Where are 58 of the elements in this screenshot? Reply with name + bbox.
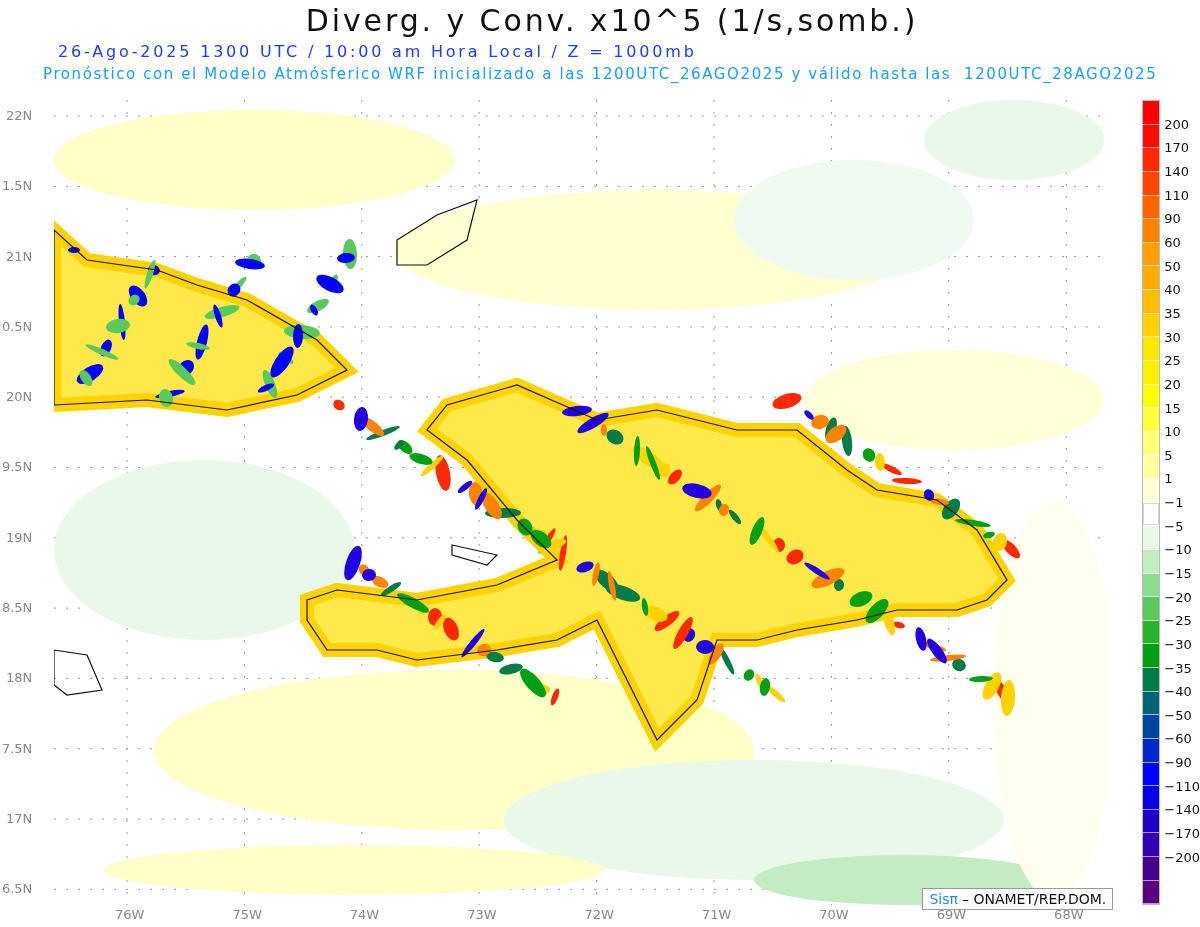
colorbar-label: 30 bbox=[1164, 328, 1182, 347]
colorbar-label: 60 bbox=[1164, 234, 1182, 252]
longitude-label: 76W bbox=[114, 906, 146, 923]
colorbar-label: −25 bbox=[1164, 612, 1193, 631]
colorbar-label: 110 bbox=[1164, 186, 1191, 205]
colorbar-label: −35 bbox=[1164, 659, 1193, 678]
latitude-label: 8.5N bbox=[1, 599, 34, 618]
colorbar-label: 1 bbox=[1164, 470, 1174, 489]
colorbar-label: −60 bbox=[1164, 730, 1193, 749]
colorbar-label: −5 bbox=[1164, 517, 1185, 536]
longitude-label: 68W bbox=[1053, 906, 1085, 923]
longitude-label: 75W bbox=[231, 906, 263, 923]
colorbar-label: −140 bbox=[1164, 801, 1200, 820]
latitude-label: 21N bbox=[6, 247, 34, 266]
longitude-label: 69W bbox=[935, 906, 968, 923]
colorbar-label: 20 bbox=[1164, 375, 1182, 394]
colorbar-label: −10 bbox=[1164, 541, 1193, 560]
latitude-label: 19N bbox=[6, 528, 34, 547]
latitude-label: 1.5N bbox=[1, 177, 34, 196]
colorbar-label: 40 bbox=[1164, 281, 1182, 300]
colorbar-label: 35 bbox=[1164, 304, 1182, 323]
longitude-label: 70W bbox=[818, 906, 850, 923]
colorbar-label: −50 bbox=[1164, 706, 1193, 725]
colorbar-label: 25 bbox=[1164, 352, 1182, 371]
colorbar-label: −30 bbox=[1164, 635, 1193, 654]
latitude-label: 6.5N bbox=[1, 880, 34, 899]
colorbar-label: 50 bbox=[1164, 257, 1182, 276]
colorbar-label: −15 bbox=[1164, 565, 1193, 583]
colorbar-label: 5 bbox=[1164, 446, 1174, 465]
longitude-label: 73W bbox=[466, 906, 498, 923]
latitude-label: 9.5N bbox=[1, 458, 34, 477]
colorbar-label: 200 bbox=[1164, 115, 1191, 134]
colorbar-label: 90 bbox=[1164, 210, 1182, 229]
latitude-label: 17N bbox=[6, 809, 34, 828]
credit-text: – ONAMET/REP.DOM. bbox=[961, 891, 1107, 907]
colorbar-label: −20 bbox=[1164, 588, 1193, 607]
latitude-label: 22N bbox=[6, 107, 34, 125]
forecast-time-text: 26-Ago-2025 1300 UTC / 10:00 am Hora Local / Z = 1000mb bbox=[58, 41, 698, 63]
colorbar-label: 140 bbox=[1164, 163, 1191, 182]
longitude-label: 74W bbox=[348, 906, 381, 923]
colorbar-label: −1 bbox=[1164, 494, 1185, 513]
latitude-label: 18N bbox=[6, 669, 34, 688]
colorbar-label: 170 bbox=[1164, 139, 1191, 158]
colorbar-label: −170 bbox=[1164, 825, 1200, 844]
longitude-label: 72W bbox=[583, 906, 615, 923]
colorbar-label: −200 bbox=[1164, 848, 1200, 867]
latitude-label: 7.5N bbox=[1, 739, 34, 758]
chart-title: Diverg. y Conv. x10^5 (1/s,somb.) bbox=[304, 2, 920, 40]
colorbar-label: −40 bbox=[1164, 683, 1193, 702]
latitude-label: 0.5N bbox=[1, 317, 34, 336]
longitude-label: 71W bbox=[700, 906, 733, 923]
colorbar-label: −90 bbox=[1164, 754, 1193, 773]
logo-text: Sisπ bbox=[929, 891, 958, 907]
latitude-label: 20N bbox=[6, 388, 34, 407]
colorbar-label: −110 bbox=[1164, 777, 1200, 796]
model-info-text: Pronóstico con el Modelo Atmósferico WRF inicializado a las 1200UTC_26AGO2025 y válido hasta las 1200UTC_28AGO2025 bbox=[43, 64, 1159, 84]
colorbar-label: 10 bbox=[1164, 423, 1182, 442]
colorbar-label: 15 bbox=[1164, 399, 1182, 418]
